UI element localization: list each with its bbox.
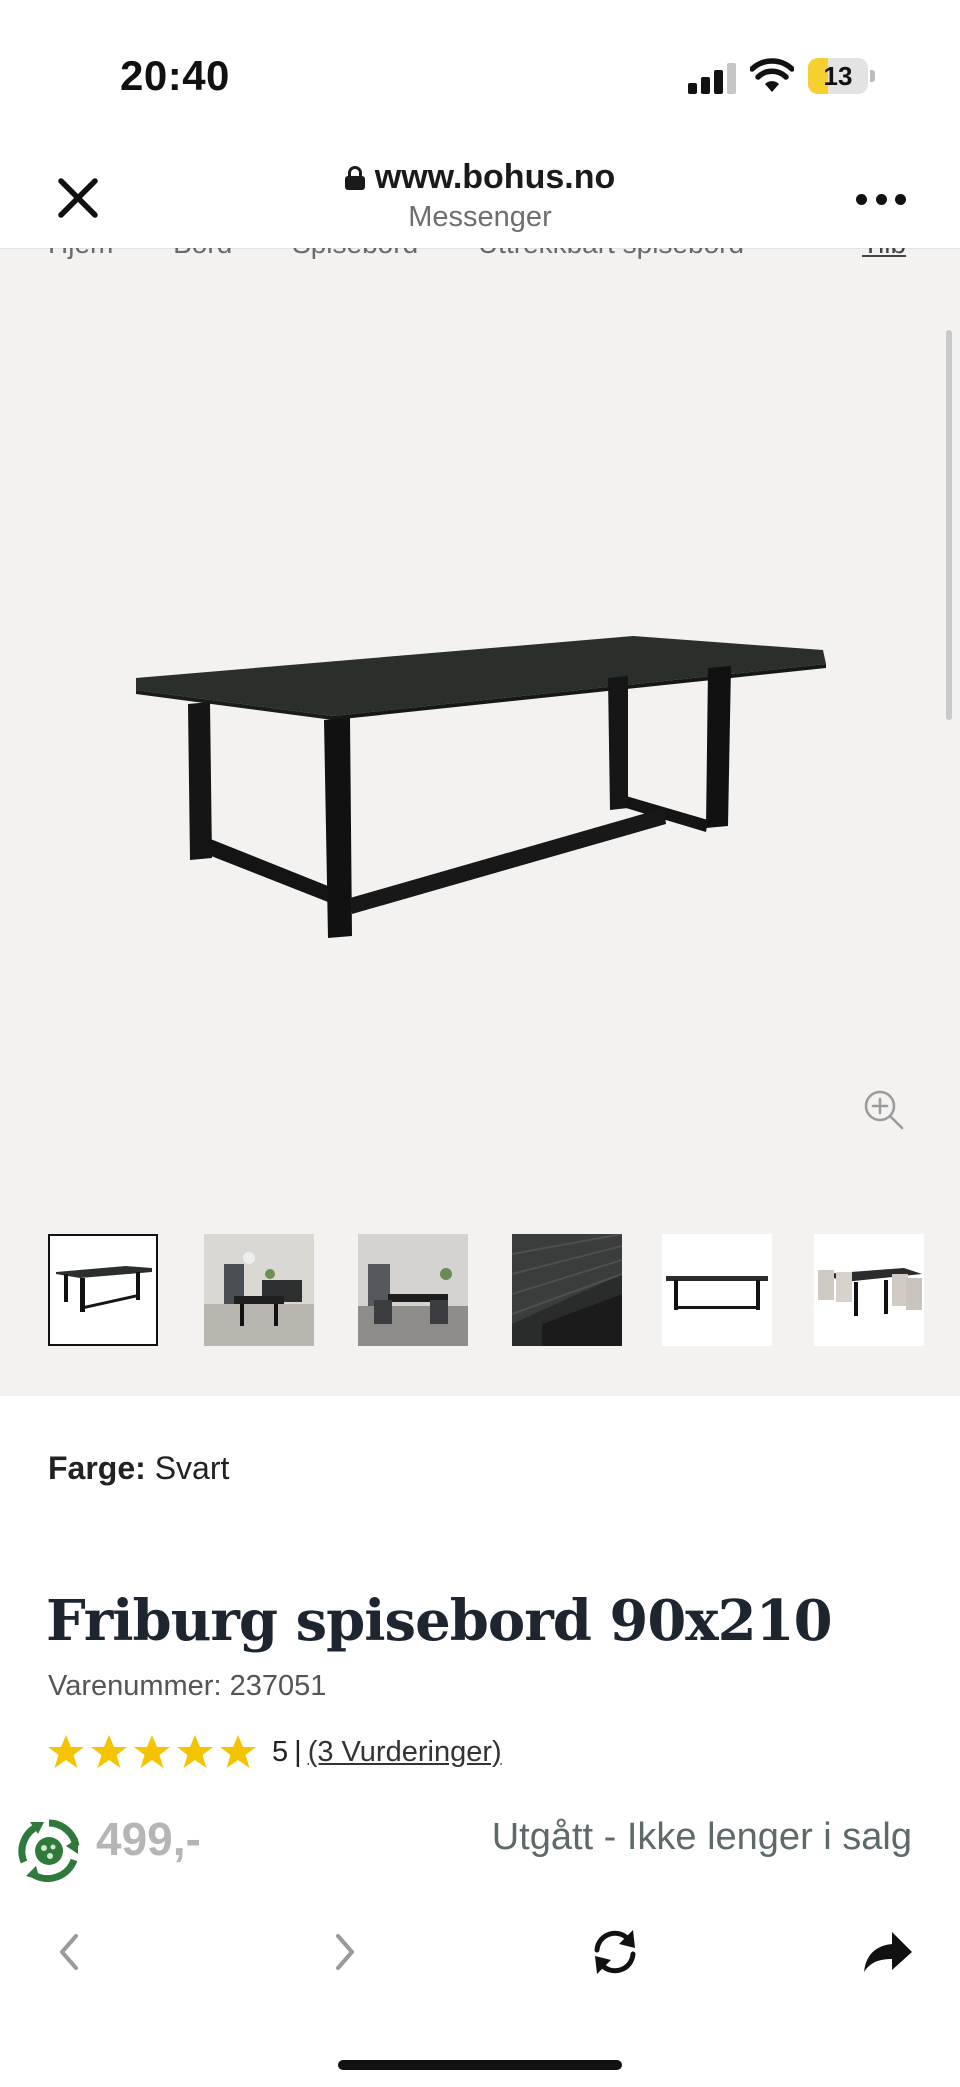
- battery-icon: 13: [808, 58, 875, 94]
- signal-icon: [688, 62, 736, 94]
- forward-icon[interactable]: [314, 1922, 374, 1982]
- breadcrumb: Hjem Bord Spisebord Uttrekkbart spisebor…: [48, 248, 906, 260]
- breadcrumb-item[interactable]: Bord: [173, 248, 232, 259]
- thumbnail-1[interactable]: [48, 1234, 158, 1346]
- product-sku: Varenummer: 237051: [48, 1670, 327, 1702]
- home-indicator: [338, 2060, 622, 2070]
- color-value: Svart: [154, 1450, 230, 1486]
- rating-stars: [46, 1732, 258, 1772]
- reload-icon[interactable]: [585, 1922, 645, 1982]
- breadcrumb-item[interactable]: Spisebord: [292, 248, 418, 259]
- star-icon: [91, 1735, 127, 1768]
- browser-header: www.bohus.no Messenger: [0, 150, 960, 248]
- rating-separator: |: [294, 1735, 302, 1768]
- product-title: Friburg spisebord 90x210: [46, 1588, 833, 1654]
- thumbnail-5[interactable]: [662, 1234, 772, 1346]
- color-label: Farge:: [48, 1450, 146, 1486]
- browser-toolbar: [0, 1896, 960, 2016]
- thumbnail-4[interactable]: [512, 1234, 622, 1346]
- more-icon[interactable]: [856, 194, 906, 206]
- breadcrumb-item[interactable]: Hjem: [48, 248, 113, 259]
- color-selection: Farge: Svart: [48, 1450, 229, 1487]
- breadcrumb-item[interactable]: Uttrekkbart spisebord: [478, 248, 744, 259]
- thumbnail-2[interactable]: [204, 1234, 314, 1346]
- thumbnail-strip: [48, 1234, 928, 1350]
- browser-subtitle: Messenger: [408, 201, 552, 233]
- battery-level: 13: [823, 61, 853, 91]
- breadcrumb-item-last[interactable]: Tilb: [862, 248, 906, 260]
- product-rating: 5 | (3 Vurderinger): [46, 1730, 502, 1774]
- product-main-image[interactable]: [128, 568, 828, 938]
- availability-status: Utgått - Ikke lenger i salg: [491, 1816, 912, 1858]
- lock-icon: [344, 165, 365, 190]
- wifi-icon: [750, 58, 794, 92]
- share-icon[interactable]: [858, 1922, 918, 1982]
- url-text: www.bohus.no: [374, 158, 616, 196]
- eco-recycle-icon[interactable]: [16, 1818, 82, 1884]
- back-icon[interactable]: [40, 1922, 100, 1982]
- product-price: 499,-: [96, 1813, 201, 1865]
- star-icon: [48, 1735, 84, 1768]
- status-time: 20:40: [120, 52, 230, 99]
- url-display[interactable]: www.bohus.no Messenger: [0, 158, 960, 234]
- thumbnail-3[interactable]: [358, 1234, 468, 1346]
- star-icon: [220, 1735, 256, 1768]
- star-icon: [177, 1735, 213, 1768]
- thumbnail-6[interactable]: [814, 1234, 924, 1346]
- status-bar: 20:40 13: [0, 0, 960, 150]
- reviews-link[interactable]: (3 Vurderinger): [308, 1736, 502, 1769]
- star-icon: [134, 1735, 170, 1768]
- rating-value: 5: [272, 1735, 289, 1768]
- product-gallery: Hjem Bord Spisebord Uttrekkbart spisebor…: [0, 248, 960, 1396]
- scrollbar[interactable]: [946, 330, 952, 720]
- zoom-in-icon[interactable]: [862, 1088, 906, 1132]
